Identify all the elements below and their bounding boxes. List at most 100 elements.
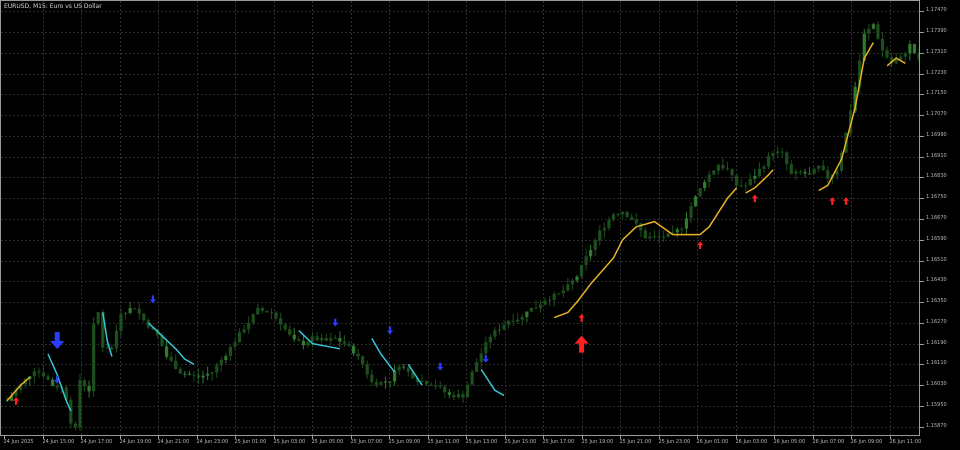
candle-body	[625, 211, 629, 218]
price-tick	[920, 135, 924, 137]
candle-body	[206, 373, 210, 376]
candle-body	[812, 168, 816, 174]
candle-body	[456, 394, 461, 398]
candle-body	[338, 337, 342, 342]
chart-window[interactable]: EURUSD, M15: Euro vs US Dollar 1.17470 1.…	[0, 0, 960, 450]
candle-body	[707, 174, 711, 182]
price-label: 1.17070	[926, 110, 947, 117]
time-label: 25 Jun 09:00	[388, 439, 421, 445]
candle-body	[192, 374, 196, 376]
time-tick	[80, 436, 82, 439]
candle-body	[662, 236, 666, 238]
price-tick	[920, 405, 924, 407]
price-tick	[920, 260, 924, 262]
candle-body	[461, 394, 465, 398]
candle-body	[684, 218, 689, 229]
time-label: 25 Jun 19:00	[581, 439, 614, 445]
chart-title: EURUSD, M15: Euro vs US Dollar	[4, 3, 102, 10]
time-tick	[504, 436, 506, 439]
price-label: 1.15870	[926, 422, 947, 429]
candle-body	[379, 381, 383, 385]
candle-body	[744, 185, 748, 187]
price-tick	[920, 156, 924, 158]
candle-body	[579, 264, 584, 277]
candle-body	[87, 386, 91, 392]
candle-body	[133, 308, 137, 310]
candle-body	[187, 373, 191, 375]
time-axis[interactable]: 24 Jun 2025 24 Jun 15:00 24 Jun 17:00 24 Ju…	[0, 436, 921, 450]
candle-body	[452, 394, 456, 398]
candle-body	[55, 385, 59, 388]
candle-body	[538, 304, 543, 309]
time-tick	[273, 436, 275, 439]
time-tick	[465, 436, 467, 439]
candle-body	[82, 380, 87, 387]
time-label: 25 Jun 01:00	[234, 439, 267, 445]
candle-body	[507, 320, 511, 325]
candle-body	[666, 233, 670, 237]
candle-body	[566, 284, 570, 291]
plot-area[interactable]: EURUSD, M15: Euro vs US Dollar	[0, 0, 920, 436]
time-tick	[427, 436, 429, 439]
time-tick	[311, 436, 313, 439]
price-label: 1.16430	[926, 276, 947, 283]
candle-body	[142, 313, 146, 321]
time-label: 25 Jun 07:00	[350, 439, 383, 445]
price-tick	[920, 426, 924, 428]
candle-body	[128, 308, 132, 313]
candle-body	[178, 368, 182, 374]
time-tick	[350, 436, 352, 439]
candle-body	[224, 356, 228, 360]
candle-body	[429, 384, 433, 386]
candle-body	[652, 236, 657, 238]
candle-body	[725, 168, 730, 170]
candle-body	[552, 293, 556, 300]
candle-body	[37, 371, 41, 373]
time-tick	[119, 436, 121, 439]
candle-body	[51, 379, 55, 386]
candle-body	[388, 381, 392, 383]
candle-body	[96, 312, 100, 324]
price-label: 1.16510	[926, 256, 947, 263]
candle-body	[69, 399, 73, 424]
candle-body	[361, 356, 365, 365]
candle-body	[196, 375, 201, 378]
candle-body	[301, 340, 305, 346]
candle-body	[210, 372, 214, 374]
candle-body	[356, 353, 360, 357]
candle-body	[575, 276, 579, 281]
candle-body	[279, 318, 283, 325]
price-label: 1.16910	[926, 152, 947, 159]
price-axis[interactable]: 1.17470 1.17390 1.17310 1.17230 1.17150 1.170…	[920, 0, 960, 436]
time-label: 25 Jun 03:00	[273, 439, 306, 445]
price-tick	[920, 93, 924, 95]
candle-body	[247, 322, 251, 330]
candle-body	[502, 324, 506, 330]
candle-body	[46, 376, 50, 380]
candle-body	[689, 206, 693, 219]
time-label: 26 Jun 03:00	[735, 439, 768, 445]
candle-body	[73, 423, 77, 428]
trend-line-down	[407, 363, 423, 386]
time-tick	[812, 436, 814, 439]
candle-body	[712, 170, 716, 175]
candle-body	[675, 229, 679, 233]
price-label: 1.17230	[926, 69, 947, 76]
candle-body	[5, 400, 9, 402]
candle-body	[630, 217, 634, 220]
candle-body	[342, 341, 347, 344]
time-label: 25 Jun 21:00	[619, 439, 652, 445]
candle-body	[735, 175, 739, 186]
candle-body	[201, 375, 205, 378]
candle-body	[215, 365, 219, 373]
price-tick	[920, 384, 924, 386]
price-chart[interactable]	[1, 1, 920, 436]
trend-line-up	[818, 42, 875, 192]
candle-body	[721, 164, 725, 169]
candle-body	[434, 385, 438, 387]
price-label: 1.16190	[926, 339, 947, 346]
candle-body	[876, 24, 880, 39]
candle-body	[776, 151, 780, 154]
time-label: 24 Jun 15:00	[42, 439, 75, 445]
candle-body	[616, 214, 620, 216]
